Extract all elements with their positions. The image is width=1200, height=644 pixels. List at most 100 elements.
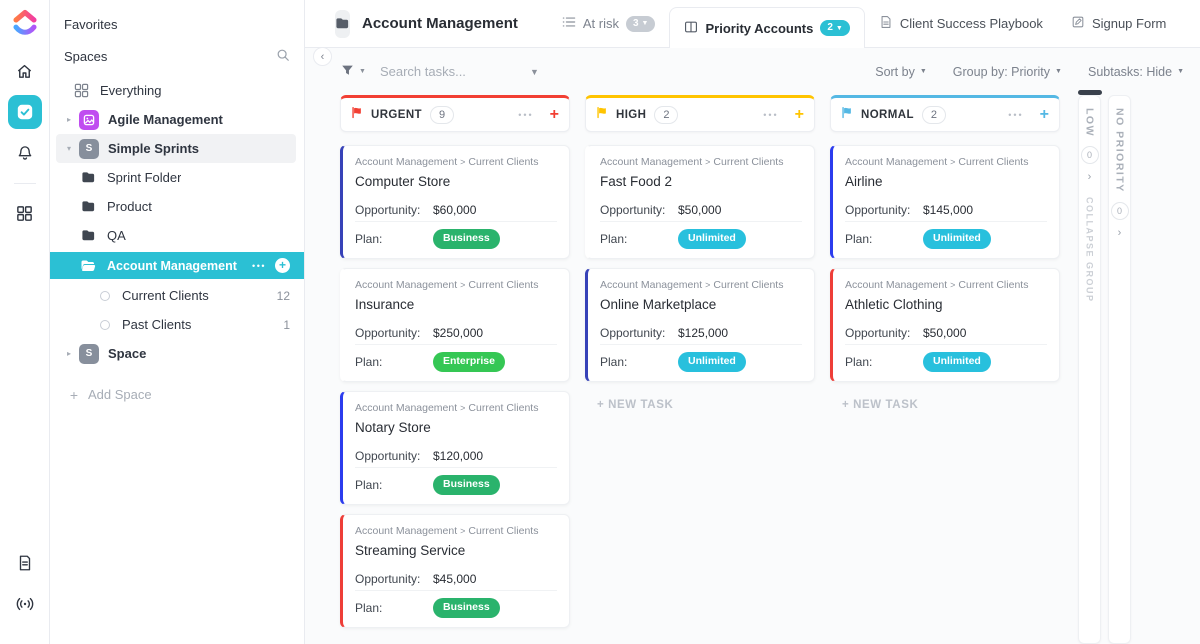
tab-client-success-playbook[interactable]: Client Success Playbook [865,0,1057,47]
column-urgent: URGENT9•••+Account Management>Current Cl… [340,95,570,644]
opportunity-value: $250,000 [433,326,483,340]
add-task-plus-icon[interactable]: + [1040,106,1049,124]
breadcrumb-list: Current Clients [958,156,1028,168]
sidebar-item-simple-sprints[interactable]: ▾SSimple Sprints [56,134,296,163]
sidebar-item-everything[interactable]: Everything [50,76,304,105]
sidebar-item-sprint-folder[interactable]: Sprint Folder [50,163,304,192]
badge-count: 2 [827,23,833,33]
sidebar-item-past-clients[interactable]: Past Clients1 [50,310,304,339]
pulse-icon[interactable] [8,587,42,621]
task-card-fast-food-2[interactable]: Account Management>Current ClientsFast F… [585,145,815,259]
add-task-plus-icon[interactable]: + [795,106,804,124]
plan-badge[interactable]: Business [433,598,500,618]
opportunity-field: Opportunity:$45,000 [355,572,557,586]
opportunity-value: $50,000 [678,203,721,217]
home-icon[interactable] [8,54,42,88]
search-tasks-input[interactable]: Search tasks... [380,64,530,79]
tab-label: Client Success Playbook [900,16,1043,31]
chevron-right-icon[interactable]: › [1118,227,1122,239]
plan-field: Plan:Business [355,221,557,258]
tab-priority-accounts[interactable]: Priority Accounts 2▼ [669,7,864,48]
notifications-bell-icon[interactable] [8,136,42,170]
sidebar-item-space[interactable]: ▸SSpace [50,339,304,368]
collapsed-column-no-priority[interactable]: NO PRIORITY0› [1108,95,1131,644]
caret-down-icon: ▼ [642,20,649,27]
tab-label: Signup Form [1092,16,1166,31]
plan-badge[interactable]: Business [433,229,500,249]
add-plus-icon[interactable]: + [275,258,290,273]
plan-badge[interactable]: Unlimited [923,352,991,372]
chevron-right-icon[interactable]: ▸ [62,115,76,124]
sidebar-item-current-clients[interactable]: Current Clients12 [50,281,304,310]
opportunity-value: $125,000 [678,326,728,340]
tab-at-risk[interactable]: At risk3▼ [548,0,670,47]
tab-label: Priority Accounts [705,21,813,36]
task-card-athletic-clothing[interactable]: Account Management>Current ClientsAthlet… [830,268,1060,382]
tab-count-badge[interactable]: 2▼ [820,20,850,36]
collapse-sidebar-button[interactable]: ‹ [313,47,332,66]
column-header-normal[interactable]: NORMAL2•••+ [830,95,1060,132]
task-card-insurance[interactable]: Account Management>Current ClientsInsura… [340,268,570,382]
sidebar-item-add-space[interactable]: +Add Space [50,380,304,409]
chevron-right-icon[interactable]: › [1088,171,1092,183]
plan-badge[interactable]: Unlimited [678,229,746,249]
column-normal: NORMAL2•••+Account Management>Current Cl… [830,95,1060,644]
sort-by-button[interactable]: Sort by ▼ [875,65,927,79]
collapsed-column-low[interactable]: LOW0›COLLAPSE GROUP [1078,95,1101,644]
tab-signup-form[interactable]: Signup Form [1057,0,1180,47]
opportunity-value: $50,000 [923,326,966,340]
task-card-computer-store[interactable]: Account Management>Current ClientsComput… [340,145,570,259]
docs-icon[interactable] [8,546,42,580]
plan-badge[interactable]: Enterprise [433,352,505,372]
tab-count-badge[interactable]: 3▼ [626,16,656,32]
favorites-section[interactable]: Favorites [50,8,304,40]
horizontal-scrollbar-thumb[interactable] [1078,90,1102,95]
task-card-notary-store[interactable]: Account Management>Current ClientsNotary… [340,391,570,505]
chevron-down-icon[interactable]: ▾ [62,144,76,153]
breadcrumb-space: Account Management [845,279,947,291]
space-avatar: S [79,344,99,364]
add-task-plus-icon[interactable]: + [550,106,559,124]
group-by-button[interactable]: Group by: Priority ▼ [953,65,1062,79]
task-card-online-marketplace[interactable]: Account Management>Current ClientsOnline… [585,268,815,382]
sidebar-item-product[interactable]: Product [50,192,304,221]
ellipsis-icon[interactable]: ••• [763,110,778,120]
ellipsis-icon[interactable]: ••• [518,110,533,120]
sidebar-item-label: Past Clients [122,317,191,332]
sidebar-item-account-management[interactable]: Account Management•••+ [50,252,304,279]
ellipsis-icon[interactable]: ••• [252,261,266,271]
ellipsis-icon[interactable]: ••• [1008,110,1023,120]
collapse-group-label: COLLAPSE GROUP [1085,197,1095,303]
sidebar-item-qa[interactable]: QA [50,221,304,250]
column-header-high[interactable]: HIGH2•••+ [585,95,815,132]
folder-chip-icon [335,10,350,38]
plan-label: Plan: [845,355,923,369]
subtasks-button[interactable]: Subtasks: Hide ▼ [1088,65,1184,79]
chevron-down-icon[interactable]: ▼ [530,67,539,77]
new-task-button[interactable]: + NEW TASK [585,391,815,411]
task-card-airline[interactable]: Account Management>Current ClientsAirlin… [830,145,1060,259]
column-count: 2 [922,106,946,124]
sidebar-tree: Everything▸Agile Management▾SSimple Spri… [50,76,304,409]
breadcrumb-space: Account Management [355,525,457,537]
chevron-right-icon[interactable]: ▸ [62,349,76,358]
search-icon[interactable] [276,48,290,65]
plan-badge[interactable]: Business [433,475,500,495]
spaces-section[interactable]: Spaces [50,40,304,72]
dashboards-grid-icon[interactable] [8,196,42,230]
main-area: Account Management At risk3▼Priority Acc… [305,0,1200,644]
new-task-button[interactable]: + NEW TASK [830,391,1060,411]
filter-button[interactable]: ▼ [341,64,366,80]
sidebar-item-agile-management[interactable]: ▸Agile Management [50,105,304,134]
clickup-logo-icon[interactable] [11,8,39,38]
plan-badge[interactable]: Unlimited [923,229,991,249]
sidebar-item-label: Add Space [88,387,152,402]
card-breadcrumb: Account Management>Current Clients [355,525,557,537]
breadcrumb-space: Account Management [355,156,457,168]
tasks-checkbox-icon[interactable] [8,95,42,129]
task-card-streaming-service[interactable]: Account Management>Current ClientsStream… [340,514,570,628]
plan-badge[interactable]: Unlimited [678,352,746,372]
card-breadcrumb: Account Management>Current Clients [600,156,802,168]
breadcrumb-list: Current Clients [713,279,783,291]
column-header-urgent[interactable]: URGENT9•••+ [340,95,570,132]
